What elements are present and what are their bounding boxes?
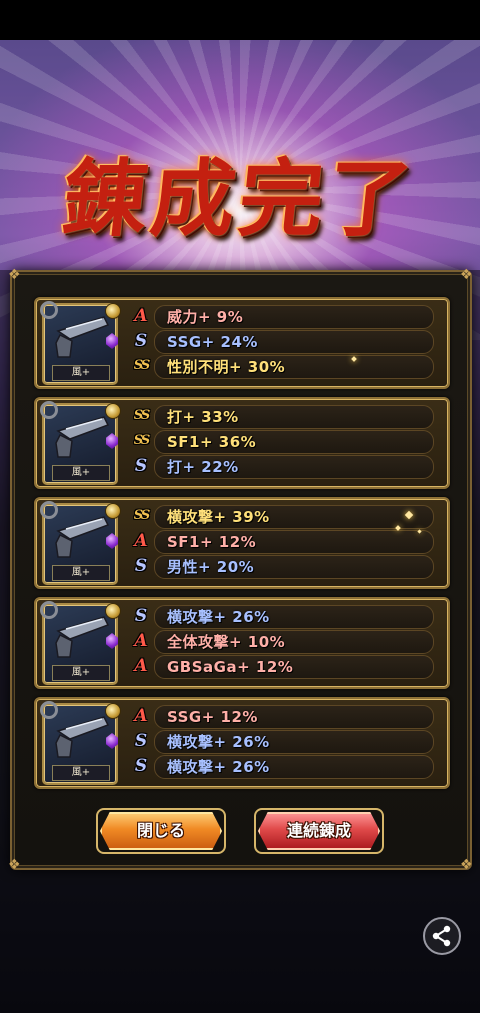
ability-text: 横攻撃+ 26% bbox=[167, 733, 270, 751]
ability-line: SSG+ 24% bbox=[154, 330, 434, 354]
ability-text: 男性+ 20% bbox=[167, 558, 255, 576]
share-button[interactable] bbox=[423, 917, 461, 955]
ability-text: SF1+ 36% bbox=[167, 433, 257, 451]
rank-s-icon: S bbox=[134, 556, 148, 576]
ability-line: 横攻撃+ 39% bbox=[154, 505, 434, 529]
corner-ornament-icon: ❖ bbox=[8, 267, 21, 283]
weapon-element-tag: 風+ bbox=[52, 665, 110, 681]
rank-a-icon: A bbox=[134, 631, 148, 651]
weapon-element-tag: 風+ bbox=[52, 765, 110, 781]
gold-orb-icon bbox=[105, 303, 121, 319]
rank-ss-icon: SS bbox=[133, 408, 151, 423]
ability-line: 性別不明+ 30% bbox=[154, 355, 434, 379]
ability-line: 横攻撃+ 26% bbox=[154, 605, 434, 629]
result-card: 風+ A SSG+ 12% S 横攻撃+ 26% S 横攻撃+ 26% bbox=[34, 697, 450, 789]
gold-orb-icon bbox=[105, 503, 121, 519]
ability-line: 打+ 22% bbox=[154, 455, 434, 479]
ability-text: SF1+ 12% bbox=[167, 533, 257, 551]
ability-text: 横攻撃+ 26% bbox=[167, 608, 270, 626]
ability-line: GBSaGa+ 12% bbox=[154, 655, 434, 679]
ability-line: SF1+ 36% bbox=[154, 430, 434, 454]
result-card: 風+ SS 打+ 33% SS SF1+ 36% S 打+ 22% bbox=[34, 397, 450, 489]
handgun-icon bbox=[55, 416, 110, 458]
corner-ornament-icon: ❖ bbox=[460, 857, 473, 873]
ability-text: SSG+ 12% bbox=[167, 708, 258, 726]
screen: 錬成完了 ❖ ❖ ❖ ❖ 風+ A 威力+ 9% S SSG+ 24% SS 性別不明+ 3… bbox=[0, 0, 480, 1013]
ability-line: SF1+ 12% bbox=[154, 530, 434, 554]
ability-text: SSG+ 24% bbox=[167, 333, 258, 351]
result-card: 風+ SS 横攻撃+ 39% A SF1+ 12% S 男性+ 20% bbox=[34, 497, 450, 589]
continuous-refine-button[interactable]: 連続錬成 bbox=[258, 812, 380, 850]
ability-line: 威力+ 9% bbox=[154, 305, 434, 329]
gold-orb-icon bbox=[105, 703, 121, 719]
ability-text: 横攻撃+ 26% bbox=[167, 758, 270, 776]
gold-orb-icon bbox=[105, 603, 121, 619]
rank-s-icon: S bbox=[134, 331, 148, 351]
handgun-icon bbox=[55, 516, 110, 558]
ability-text: 威力+ 9% bbox=[167, 308, 244, 326]
rank-a-icon: A bbox=[134, 706, 148, 726]
rank-ss-icon: SS bbox=[133, 358, 151, 373]
rank-s-icon: S bbox=[134, 756, 148, 776]
close-button[interactable]: 閉じる bbox=[100, 812, 222, 850]
rank-s-icon: S bbox=[134, 731, 148, 751]
ability-line: 打+ 33% bbox=[154, 405, 434, 429]
corner-ornament-icon: ❖ bbox=[8, 857, 21, 873]
handgun-icon bbox=[55, 716, 110, 758]
ability-text: 打+ 22% bbox=[167, 458, 239, 476]
ability-text: 打+ 33% bbox=[167, 408, 239, 426]
rank-s-icon: S bbox=[134, 606, 148, 626]
status-bar bbox=[0, 0, 480, 40]
weapon-element-tag: 風+ bbox=[52, 365, 110, 381]
ability-line: 横攻撃+ 26% bbox=[154, 755, 434, 779]
rank-ss-icon: SS bbox=[133, 508, 151, 523]
rank-a-icon: A bbox=[134, 656, 148, 676]
ability-line: 全体攻撃+ 10% bbox=[154, 630, 434, 654]
rank-a-icon: A bbox=[134, 306, 148, 326]
ability-text: GBSaGa+ 12% bbox=[167, 658, 294, 676]
result-card: 風+ A 威力+ 9% S SSG+ 24% SS 性別不明+ 30% bbox=[34, 297, 450, 389]
ability-line: SSG+ 12% bbox=[154, 705, 434, 729]
rank-ss-icon: SS bbox=[133, 433, 151, 448]
result-card: 風+ S 横攻撃+ 26% A 全体攻撃+ 10% A GBSaGa+ 12% bbox=[34, 597, 450, 689]
handgun-icon bbox=[55, 616, 110, 658]
result-title: 錬成完了 bbox=[58, 149, 421, 248]
rank-s-icon: S bbox=[134, 456, 148, 476]
weapon-element-tag: 風+ bbox=[52, 565, 110, 581]
handgun-icon bbox=[55, 316, 110, 358]
gold-orb-icon bbox=[105, 403, 121, 419]
ability-line: 横攻撃+ 26% bbox=[154, 730, 434, 754]
rank-a-icon: A bbox=[134, 531, 148, 551]
share-icon bbox=[432, 925, 451, 947]
ability-text: 全体攻撃+ 10% bbox=[167, 633, 286, 651]
weapon-element-tag: 風+ bbox=[52, 465, 110, 481]
ability-text: 性別不明+ 30% bbox=[167, 358, 286, 376]
corner-ornament-icon: ❖ bbox=[460, 267, 473, 283]
ability-line: 男性+ 20% bbox=[154, 555, 434, 579]
ability-text: 横攻撃+ 39% bbox=[167, 508, 270, 526]
